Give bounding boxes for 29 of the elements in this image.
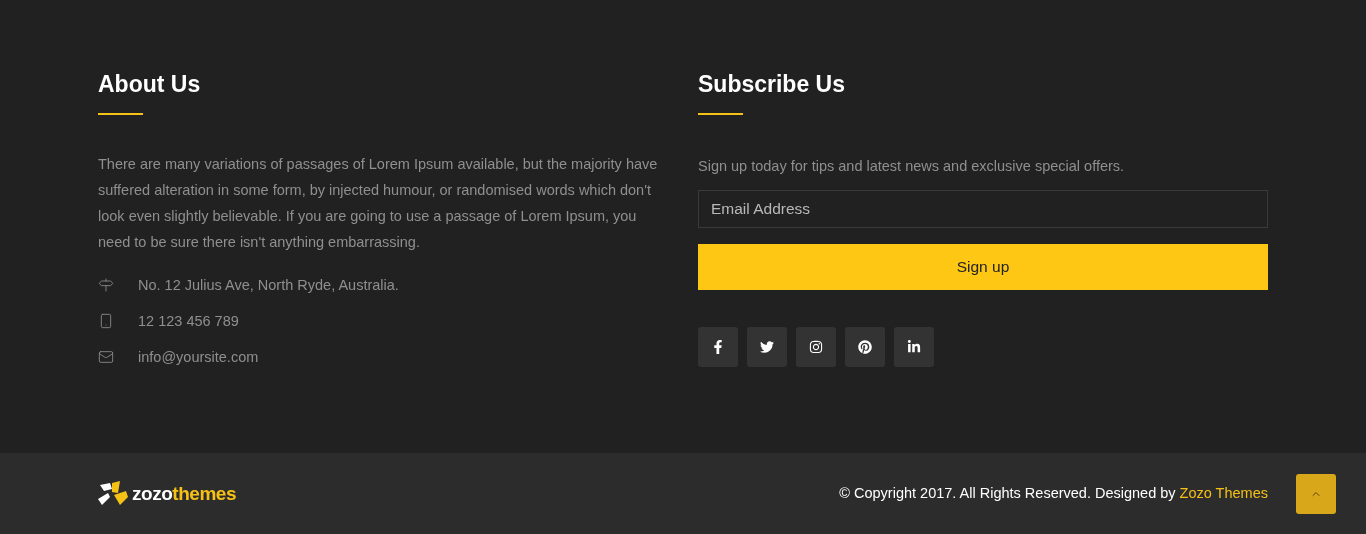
section-title: About Us — [98, 70, 201, 99]
facebook-button[interactable] — [698, 326, 738, 367]
pinterest-button[interactable] — [845, 326, 885, 367]
instagram-icon — [809, 339, 823, 354]
logo-text: zozothemes — [132, 484, 236, 503]
back-to-top-button[interactable] — [1296, 473, 1336, 514]
logo-icon — [98, 480, 128, 507]
linkedin-button[interactable] — [894, 326, 934, 367]
copyright-text: © Copyright 2017. All Rights Reserved. Designed by Zozo Themes — [839, 483, 1268, 503]
linkedin-icon — [907, 339, 921, 354]
sign-up-button[interactable]: Sign up — [698, 243, 1268, 290]
email-field[interactable]: Email Address — [698, 189, 1268, 228]
title-underline — [698, 112, 743, 115]
contact-text: 12 123 456 789 — [138, 311, 239, 331]
instagram-button[interactable] — [796, 326, 836, 367]
contact-text: info@yoursite.com — [138, 347, 259, 367]
about-paragraph: There are many variations of passages of Lorem Ipsum available, but the majority have suffered alteration in some form, by injected humour, or randomised words which don't look even slightly believable. If you are going to use a passage of Lorem Ipsum, you need to be sure there isn't anything embarrassing. — [98, 154, 658, 252]
designer-link[interactable]: Zozo Themes — [1179, 484, 1268, 501]
title-underline — [98, 112, 143, 115]
pinterest-icon — [858, 339, 872, 354]
phone-icon — [98, 312, 114, 329]
signpost-icon — [98, 276, 114, 293]
twitter-icon — [760, 339, 774, 354]
mail-icon — [98, 348, 114, 365]
subscribe-text: Sign up today for tips and latest news and exclusive special offers. — [698, 156, 1126, 176]
section-title: Subscribe Us — [698, 70, 845, 99]
contact-text: No. 12 Julius Ave, North Ryde, Australia. — [138, 275, 399, 295]
twitter-button[interactable] — [747, 326, 787, 367]
facebook-icon — [711, 339, 725, 354]
